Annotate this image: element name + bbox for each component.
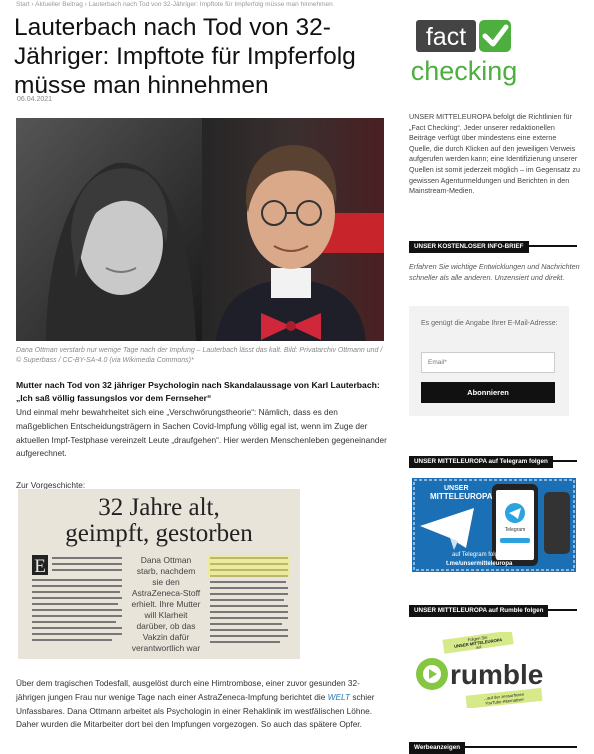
hero-image[interactable] [16,118,384,341]
newsletter-text: Erfahren Sie wichtige Entwicklungen und … [409,262,580,282]
newsletter-header: UNSER KOSTENLOSER INFO-BRIEF [409,235,577,253]
fc-word-2: checking [411,56,518,86]
tg-brand-1: UNSER [444,485,469,492]
welt-link[interactable]: WELT [328,692,350,702]
clip-sub-7: darüber, ob das [136,621,195,631]
newsletter-label: Es genügt die Angabe Ihrer E-Mail-Adress… [421,320,558,327]
rumble-play-icon [416,658,448,690]
clip-dropcap: E [34,556,46,577]
clip-sub-3: sie den [152,577,180,587]
telegram-header: UNSER MITTELEUROPA auf Telegram folgen [409,450,577,468]
tg-brand-2: MITTELEUROPA [430,492,493,501]
article-paragraph-1: Und einmal mehr bewahrheitet sich eine „… [16,407,387,459]
breadcrumb[interactable]: Start › Aktueller Beitrag › Lauterbach n… [16,1,333,8]
article-paragraph-2: Über dem tragischen Todesfall, ausgelöst… [16,677,388,732]
telegram-banner[interactable]: UNSER MITTELEUROPA Telegram auf Telegram… [412,478,576,572]
tg-caption-2: t.me/unsermitteleuropa [446,561,513,567]
clip-sub-2: starb, nachdem [137,566,196,576]
clip-headline-2: geimpft, gestorben [65,520,253,547]
newspaper-clipping[interactable]: 32 Jahre alt, geimpft, gestorben E Dana … [18,489,300,659]
email-input[interactable] [421,352,555,373]
article-lead: Mutter nach Tod von 32 jähriger Psycholo… [16,380,380,403]
p2-text-a: Über dem tragischen Todesfall, ausgelöst… [16,678,360,702]
fact-checking-text: UNSER MITTELEUROPA befolgt die Richtlini… [409,112,580,196]
clip-sub-6: will Klarheit [144,610,189,620]
fact-checking-logo: fact checking [411,20,518,86]
clip-sub-1: Dana Ottman [141,555,192,565]
tg-app-label: Telegram [505,527,526,533]
clip-sub-9: verantwortlich war [132,643,201,653]
clip-sub-8: Vakzin dafür [143,632,190,642]
rumble-header: UNSER MITTELEUROPA auf Rumble folgen [409,599,577,617]
clip-sub-5: erhielt. Ihre Mutter [132,599,201,609]
rumble-word: rumble [450,659,543,690]
fc-word-1: fact [426,23,466,51]
clip-headline-1: 32 Jahre alt, [98,494,219,521]
subscribe-button[interactable]: Abonnieren [421,382,555,403]
article-date: 06.04.2021 [17,96,53,103]
tg-caption-1: auf Telegram folgen [452,552,505,558]
clip-sub-4: AstraZeneca-Stoff [132,588,201,598]
rumble-banner[interactable]: Folgen Sie UNSER MITTELEUROPA auf rumble… [412,632,562,708]
ads-header: Werbeanzeigen [409,736,577,754]
article-title: Lauterbach nach Tod von 32-Jähriger: Imp… [14,14,356,99]
image-caption: Dana Ottman verstarb nur wenige Tage nac… [16,347,383,364]
